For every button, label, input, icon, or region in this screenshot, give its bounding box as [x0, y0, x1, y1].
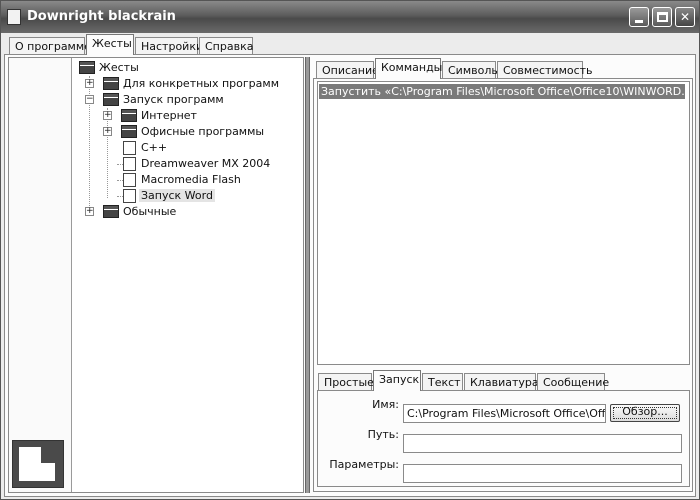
expand-icon[interactable]: +	[85, 207, 94, 216]
tree-item-label: Запуск Word	[139, 189, 215, 202]
tab-settings[interactable]: Настройки	[135, 37, 203, 55]
list-item[interactable]: Запустить «C:\Program Files\Microsoft Of…	[319, 84, 685, 99]
tab-help[interactable]: Справка	[199, 37, 253, 55]
folder-icon	[79, 61, 95, 74]
document-icon	[123, 189, 136, 203]
document-icon	[123, 157, 136, 171]
maximize-button[interactable]	[652, 7, 672, 27]
path-label: Путь:	[367, 428, 399, 441]
collapse-icon[interactable]: −	[85, 95, 94, 104]
tab-symbols[interactable]: Символы	[442, 61, 500, 79]
tree-item-label: Macromedia Flash	[141, 173, 241, 186]
params-field[interactable]	[403, 464, 682, 483]
document-icon	[123, 141, 136, 155]
tab-keyboard[interactable]: Клавиатура	[464, 373, 539, 391]
tab-commands[interactable]: Комманды	[375, 58, 442, 79]
expand-icon[interactable]: +	[103, 111, 112, 120]
title-bar[interactable]: Downright blackrain ✕	[1, 1, 699, 33]
folder-icon	[103, 93, 119, 106]
tab-compatibility[interactable]: Совместимость	[497, 61, 593, 79]
pane-splitter[interactable]	[305, 57, 310, 493]
expand-icon[interactable]: +	[103, 127, 112, 136]
folder-icon	[103, 77, 119, 90]
minimize-button[interactable]	[629, 7, 649, 27]
tree-item-label: Для конкретных программ	[123, 77, 279, 90]
app-icon[interactable]	[7, 9, 21, 25]
tab-description[interactable]: Описание	[316, 61, 379, 79]
folder-icon	[121, 125, 137, 138]
tree-item-label: Dreamweaver MX 2004	[141, 157, 271, 170]
window-title: Downright blackrain	[27, 9, 176, 24]
expand-icon[interactable]: +	[85, 79, 94, 88]
tree-item-label: C++	[141, 141, 168, 154]
maximize-icon	[657, 12, 668, 22]
tab-text[interactable]: Текст	[422, 373, 463, 391]
gesture-icon	[12, 440, 64, 488]
params-label: Параметры:	[329, 458, 399, 471]
close-icon: ✕	[679, 10, 691, 24]
icon-strip	[9, 58, 72, 492]
path-field[interactable]	[403, 434, 682, 453]
left-pane: Жесты + Для конкретных программ − Запуск…	[8, 57, 304, 493]
tree-item-label: Интернет	[141, 109, 197, 122]
close-button[interactable]: ✕	[675, 7, 695, 27]
folder-icon	[121, 109, 137, 122]
tab-simple[interactable]: Простые	[318, 373, 374, 391]
document-icon	[123, 173, 136, 187]
tree-item-label: Жесты	[99, 61, 139, 74]
tab-about[interactable]: О программе	[9, 37, 91, 55]
tab-message[interactable]: Сообщение	[537, 373, 609, 391]
name-label: Имя:	[372, 398, 399, 411]
browse-button[interactable]: Обзор...	[610, 404, 680, 422]
tree-item-label: Запуск программ	[123, 93, 224, 106]
main-window: Downright blackrain ✕ О программе Жесты …	[0, 0, 700, 500]
name-field[interactable]: C:\Program Files\Microsoft Office\Office	[403, 404, 606, 423]
tab-gestures[interactable]: Жесты	[86, 34, 134, 55]
minimize-icon	[635, 20, 643, 23]
command-list[interactable]: Запустить «C:\Program Files\Microsoft Of…	[317, 81, 690, 365]
tree-item-label: Обычные	[123, 205, 177, 218]
tab-launch[interactable]: Запуск	[373, 370, 421, 391]
folder-icon	[103, 205, 119, 218]
tree-item-label: Офисные программы	[141, 125, 265, 138]
gesture-tree[interactable]: Жесты + Для конкретных программ − Запуск…	[73, 58, 303, 492]
